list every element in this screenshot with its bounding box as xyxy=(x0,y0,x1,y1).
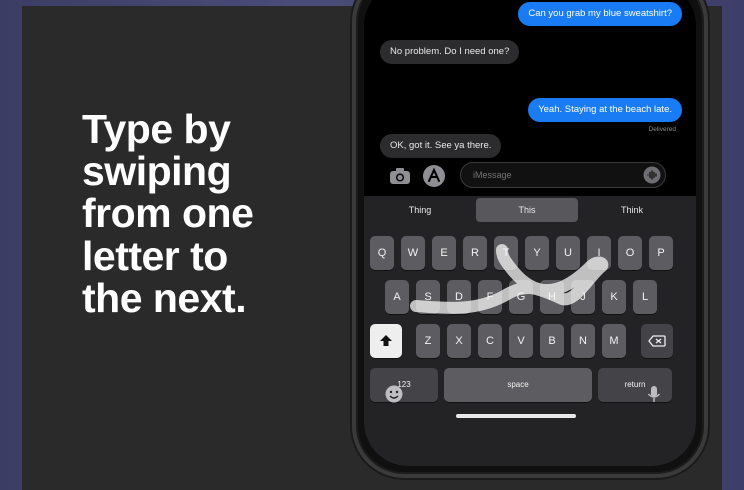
camera-icon[interactable] xyxy=(388,164,412,188)
microphone-icon[interactable] xyxy=(644,384,664,404)
key[interactable]: B xyxy=(540,324,564,358)
keyboard: Thing This Think Q W E R T Y U I O P A S… xyxy=(364,196,696,466)
key[interactable]: C xyxy=(478,324,502,358)
phone-screen: Can you grab my blue sweatshirt? No prob… xyxy=(364,0,696,466)
phone-frame: Can you grab my blue sweatshirt? No prob… xyxy=(352,0,708,478)
message-input[interactable] xyxy=(461,163,635,187)
delete-key[interactable] xyxy=(641,324,673,358)
app-store-icon[interactable] xyxy=(422,164,446,188)
suggestion-item[interactable]: Think xyxy=(592,198,672,222)
suggestion-item-selected[interactable]: This xyxy=(476,198,578,222)
key[interactable]: G xyxy=(509,280,533,314)
key[interactable]: O xyxy=(618,236,642,270)
message-bubble-outgoing[interactable]: Yeah. Staying at the beach late. xyxy=(528,98,682,122)
message-input-row xyxy=(380,162,682,190)
key[interactable]: X xyxy=(447,324,471,358)
key[interactable]: E xyxy=(432,236,456,270)
audio-icon[interactable] xyxy=(643,166,661,184)
key[interactable]: Z xyxy=(416,324,440,358)
message-bubble-outgoing[interactable]: Can you grab my blue sweatshirt? xyxy=(518,2,682,26)
key[interactable]: U xyxy=(556,236,580,270)
key[interactable]: Q xyxy=(370,236,394,270)
message-field[interactable] xyxy=(460,162,666,188)
key[interactable]: K xyxy=(602,280,626,314)
predictive-bar: Thing This Think xyxy=(372,198,688,226)
emoji-icon[interactable] xyxy=(384,384,404,404)
numbers-key[interactable]: 123 xyxy=(370,368,438,402)
shift-key[interactable] xyxy=(370,324,402,358)
key[interactable]: V xyxy=(509,324,533,358)
key[interactable]: M xyxy=(602,324,626,358)
key[interactable]: Y xyxy=(525,236,549,270)
suggestion-item[interactable]: Thing xyxy=(380,198,460,222)
key[interactable]: J xyxy=(571,280,595,314)
key[interactable]: T xyxy=(494,236,518,270)
key[interactable]: P xyxy=(649,236,673,270)
headline-line-2: swiping xyxy=(82,148,232,195)
headline-line-1: Type by xyxy=(82,106,231,152)
message-bubble-incoming[interactable]: OK, got it. See ya there. xyxy=(380,134,502,158)
key[interactable]: L xyxy=(633,280,657,314)
key[interactable]: I xyxy=(587,236,611,270)
headline-line-3: from one xyxy=(82,190,254,237)
delete-icon xyxy=(648,335,666,347)
message-bubble-incoming[interactable]: No problem. Do I need one? xyxy=(380,40,520,64)
key[interactable]: W xyxy=(401,236,425,270)
key[interactable]: N xyxy=(571,324,595,358)
headline-line-5: the next. xyxy=(82,274,247,321)
shift-icon xyxy=(380,335,392,346)
space-key[interactable]: space xyxy=(444,368,592,402)
key[interactable]: R xyxy=(463,236,487,270)
key[interactable]: D xyxy=(447,280,471,314)
key[interactable]: S xyxy=(416,280,440,314)
key[interactable]: A xyxy=(385,280,409,314)
headline-line-4: letter to xyxy=(82,232,228,279)
home-indicator[interactable] xyxy=(456,414,576,418)
key[interactable]: F xyxy=(478,280,502,314)
key[interactable]: H xyxy=(540,280,564,314)
delivered-status: Delivered xyxy=(648,126,676,133)
headline: Type by swiping from one letter to the n… xyxy=(82,108,342,319)
